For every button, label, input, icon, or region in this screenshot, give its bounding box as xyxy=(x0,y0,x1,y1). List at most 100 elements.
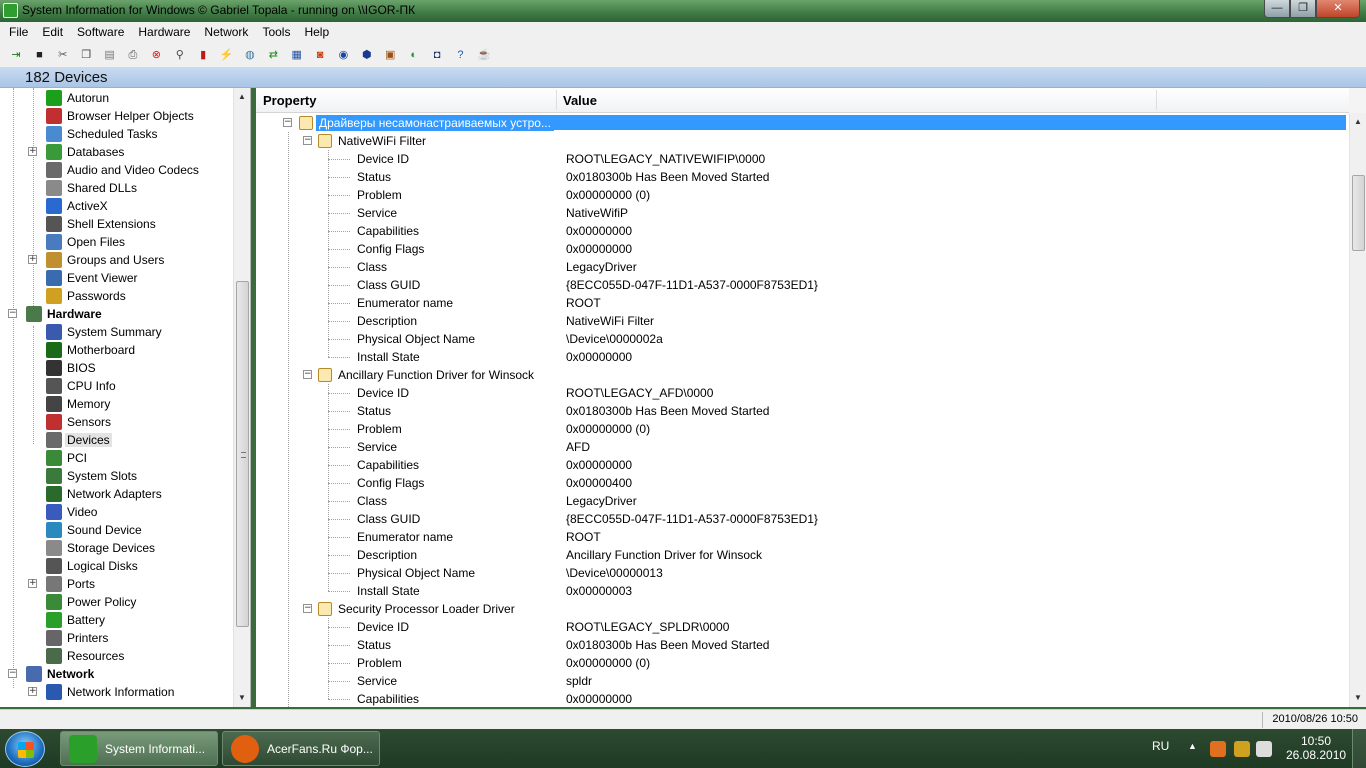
property-row[interactable]: Install State 0x00000000 xyxy=(256,348,1349,366)
tree-item-power-policy[interactable]: Power Policy xyxy=(0,593,232,611)
stop-icon[interactable]: ⊗ xyxy=(148,47,164,63)
tree-item-cpu-info[interactable]: CPU Info xyxy=(0,377,232,395)
tree-item-groups-and-users[interactable]: + Groups and Users xyxy=(0,251,232,269)
tree-item-autorun[interactable]: Autorun xyxy=(0,89,232,107)
collapse-icon[interactable]: − xyxy=(303,370,312,379)
tray-network-icon[interactable] xyxy=(1256,741,1272,757)
camera-icon[interactable]: ◘ xyxy=(429,47,445,63)
taskbar-button[interactable]: System Informati... xyxy=(60,731,218,766)
property-row[interactable]: Service AFD xyxy=(256,438,1349,456)
collapse-icon[interactable]: − xyxy=(8,669,17,678)
menu-tools[interactable]: Tools xyxy=(255,25,297,39)
menu-file[interactable]: File xyxy=(2,25,35,39)
language-indicator[interactable]: RU xyxy=(1152,739,1169,753)
title-bar[interactable]: System Information for Windows © Gabriel… xyxy=(0,0,1366,22)
start-button[interactable] xyxy=(5,731,45,767)
property-row[interactable]: Config Flags 0x00000400 xyxy=(256,474,1349,492)
tree-item-battery[interactable]: Battery xyxy=(0,611,232,629)
property-row[interactable]: Class LegacyDriver xyxy=(256,492,1349,510)
refresh-icon[interactable]: ⇄ xyxy=(265,47,281,63)
property-group-root[interactable]: − Драйверы несамонастраиваемых устро... xyxy=(256,114,1349,132)
tree-item-databases[interactable]: + Databases xyxy=(0,143,232,161)
tree-item-shell-extensions[interactable]: Shell Extensions xyxy=(0,215,232,233)
tree-item-network-information[interactable]: + Network Information xyxy=(0,683,232,701)
show-hidden-icons-icon[interactable]: ▲ xyxy=(1188,741,1197,751)
copy-all-icon[interactable]: ▤ xyxy=(102,47,118,63)
property-row[interactable]: Service NativeWifiP xyxy=(256,204,1349,222)
tree-item-sensors[interactable]: Sensors xyxy=(0,413,232,431)
navigation-tree[interactable]: Autorun Browser Helper Objects Scheduled T… xyxy=(0,88,251,707)
tree-item-sound-device[interactable]: Sound Device xyxy=(0,521,232,539)
save-icon[interactable]: ■ xyxy=(31,47,47,63)
tree-item-storage-devices[interactable]: Storage Devices xyxy=(0,539,232,557)
tools-icon[interactable]: ◙ xyxy=(312,47,328,63)
tree-item-network[interactable]: − Network xyxy=(0,665,232,683)
property-grid[interactable]: Property Value − Драйверы несамонастраива… xyxy=(256,88,1349,707)
tree-item-browser-helper-objects[interactable]: Browser Helper Objects xyxy=(0,107,232,125)
menu-hardware[interactable]: Hardware xyxy=(131,25,197,39)
property-row[interactable]: Physical Object Name \Device\00000013 xyxy=(256,564,1349,582)
tree-item-bios[interactable]: BIOS xyxy=(0,359,232,377)
collapse-icon[interactable]: − xyxy=(303,604,312,613)
tree-item-devices[interactable]: Devices xyxy=(0,431,232,449)
menu-edit[interactable]: Edit xyxy=(35,25,70,39)
property-row[interactable]: Enumerator name ROOT xyxy=(256,528,1349,546)
scroll-down-arrow-icon[interactable]: ▼ xyxy=(238,693,246,702)
tree-item-logical-disks[interactable]: Logical Disks xyxy=(0,557,232,575)
report-icon[interactable]: ▦ xyxy=(289,47,305,63)
shield-icon[interactable]: ⬢ xyxy=(359,47,375,63)
property-row[interactable]: Config Flags 0x00000000 xyxy=(256,240,1349,258)
property-row[interactable]: Status 0x0180300b Has Been Moved Started xyxy=(256,636,1349,654)
tree-item-video[interactable]: Video xyxy=(0,503,232,521)
print-icon[interactable]: ⎙ xyxy=(125,47,141,63)
tree-item-system-summary[interactable]: System Summary xyxy=(0,323,232,341)
scroll-up-arrow-icon[interactable]: ▲ xyxy=(238,92,246,101)
monitor-icon[interactable]: ▮ xyxy=(195,47,211,63)
property-row[interactable]: Problem 0x00000000 (0) xyxy=(256,186,1349,204)
tree-item-motherboard[interactable]: Motherboard xyxy=(0,341,232,359)
scroll-down-arrow-icon[interactable]: ▼ xyxy=(1354,693,1362,702)
devices-icon[interactable]: ▣ xyxy=(382,47,398,63)
cut-icon[interactable]: ✂ xyxy=(55,47,71,63)
expand-icon[interactable]: + xyxy=(28,687,37,696)
property-row[interactable]: Description NativeWiFi Filter xyxy=(256,312,1349,330)
tree-item-memory[interactable]: Memory xyxy=(0,395,232,413)
graph-icon[interactable]: ⚡ xyxy=(219,47,235,63)
tree-item-ports[interactable]: + Ports xyxy=(0,575,232,593)
grid-scroll-thumb[interactable] xyxy=(1352,175,1365,251)
network-icon[interactable]: ◉ xyxy=(335,47,351,63)
property-row[interactable]: Device ID ROOT\LEGACY_AFD\0000 xyxy=(256,384,1349,402)
property-row[interactable]: Device ID ROOT\LEGACY_NATIVEWIFIP\0000 xyxy=(256,150,1349,168)
property-row[interactable]: Device ID ROOT\LEGACY_SPLDR\0000 xyxy=(256,618,1349,636)
taskbar-button[interactable]: AcerFans.Ru Фор... xyxy=(222,731,380,766)
tree-item-shared-dlls[interactable]: Shared DLLs xyxy=(0,179,232,197)
tree-item-scheduled-tasks[interactable]: Scheduled Tasks xyxy=(0,125,232,143)
property-row[interactable]: Status 0x0180300b Has Been Moved Started xyxy=(256,402,1349,420)
show-desktop-button[interactable] xyxy=(1352,729,1366,768)
scroll-up-arrow-icon[interactable]: ▲ xyxy=(1354,117,1362,126)
tree-item-network-adapters[interactable]: Network Adapters xyxy=(0,485,232,503)
property-row[interactable]: Problem 0x00000000 (0) xyxy=(256,654,1349,672)
grid-scrollbar[interactable]: ▲ ▼ xyxy=(1349,113,1366,707)
property-row[interactable]: Capabilities 0x00000000 xyxy=(256,690,1349,707)
property-group[interactable]: − NativeWiFi Filter xyxy=(256,132,1349,150)
property-row[interactable]: Service spldr xyxy=(256,672,1349,690)
property-group[interactable]: − Ancillary Function Driver for Winsock xyxy=(256,366,1349,384)
clock[interactable]: 10:50 26.08.2010 xyxy=(1286,734,1346,762)
tree-item-hardware[interactable]: − Hardware xyxy=(0,305,232,323)
property-row[interactable]: Status 0x0180300b Has Been Moved Started xyxy=(256,168,1349,186)
web-icon[interactable]: ◐ xyxy=(406,47,422,63)
property-row[interactable]: Install State 0x00000003 xyxy=(256,582,1349,600)
tree-item-event-viewer[interactable]: Event Viewer xyxy=(0,269,232,287)
tree-item-activex[interactable]: ActiveX xyxy=(0,197,232,215)
find-icon[interactable]: ⚲ xyxy=(172,47,188,63)
tray-tool-icon[interactable] xyxy=(1234,741,1250,757)
minimize-button[interactable]: — xyxy=(1264,0,1290,18)
property-group[interactable]: − Security Processor Loader Driver xyxy=(256,600,1349,618)
column-header-property[interactable]: Property xyxy=(263,93,316,108)
collapse-icon[interactable]: − xyxy=(303,136,312,145)
collapse-icon[interactable]: − xyxy=(8,309,17,318)
menu-software[interactable]: Software xyxy=(70,25,131,39)
tree-item-audio-and-video-codecs[interactable]: Audio and Video Codecs xyxy=(0,161,232,179)
property-row[interactable]: Capabilities 0x00000000 xyxy=(256,222,1349,240)
